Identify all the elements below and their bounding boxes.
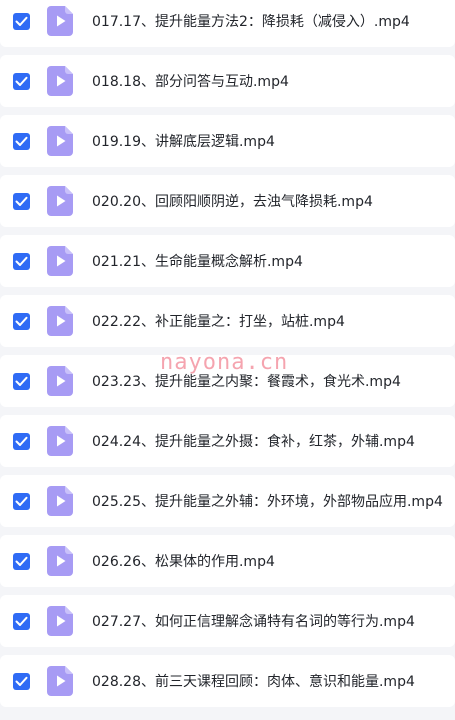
file-name: 023.23、提升能量之内聚：餐霞术，食光术.mp4 bbox=[92, 374, 401, 390]
file-name: 021.21、生命能量概念解析.mp4 bbox=[92, 254, 303, 270]
file-name: 017.17、提升能量方法2：降损耗（减侵入）.mp4 bbox=[92, 14, 410, 30]
file-row[interactable]: 018.18、部分问答与互动.mp4 bbox=[0, 55, 455, 107]
checkmark-icon bbox=[15, 256, 28, 266]
checkbox[interactable] bbox=[13, 12, 30, 30]
file-name: 025.25、提升能量之外辅：外环境，外部物品应用.mp4 bbox=[92, 494, 443, 510]
checkmark-icon bbox=[15, 316, 28, 326]
checkmark-icon bbox=[15, 136, 28, 146]
file-row[interactable]: 026.26、松果体的作用.mp4 bbox=[0, 535, 455, 587]
file-row[interactable]: 028.28、前三天课程回顾：肉体、意识和能量.mp4 bbox=[0, 655, 455, 707]
file-row[interactable]: 027.27、如何正信理解念诵特有名词的等行为.mp4 bbox=[0, 595, 455, 647]
video-file-icon bbox=[47, 426, 73, 456]
file-list: 017.17、提升能量方法2：降损耗（减侵入）.mp4 018.18、部分问答与互… bbox=[0, 0, 455, 715]
checkbox[interactable] bbox=[13, 192, 30, 210]
file-name: 028.28、前三天课程回顾：肉体、意识和能量.mp4 bbox=[92, 674, 415, 690]
checkmark-icon bbox=[15, 196, 28, 206]
checkbox[interactable] bbox=[13, 672, 30, 690]
checkbox[interactable] bbox=[13, 372, 30, 390]
video-file-icon bbox=[47, 306, 73, 336]
file-row[interactable]: 021.21、生命能量概念解析.mp4 bbox=[0, 235, 455, 287]
checkbox[interactable] bbox=[13, 432, 30, 450]
file-name: 027.27、如何正信理解念诵特有名词的等行为.mp4 bbox=[92, 614, 415, 630]
file-row[interactable]: 017.17、提升能量方法2：降损耗（减侵入）.mp4 bbox=[0, 0, 455, 47]
checkmark-icon bbox=[15, 496, 28, 506]
file-name: 020.20、回顾阳顺阴逆，去浊气降损耗.mp4 bbox=[92, 194, 373, 210]
file-row[interactable]: 019.19、讲解底层逻辑.mp4 bbox=[0, 115, 455, 167]
video-file-icon bbox=[47, 366, 73, 396]
checkmark-icon bbox=[15, 376, 28, 386]
file-name: 024.24、提升能量之外摄：食补，红茶，外辅.mp4 bbox=[92, 434, 415, 450]
video-file-icon bbox=[47, 186, 73, 216]
file-name: 019.19、讲解底层逻辑.mp4 bbox=[92, 134, 275, 150]
video-file-icon bbox=[47, 546, 73, 576]
checkmark-icon bbox=[15, 676, 28, 686]
video-file-icon bbox=[47, 66, 73, 96]
file-name: 022.22、补正能量之：打坐，站桩.mp4 bbox=[92, 314, 345, 330]
checkmark-icon bbox=[15, 16, 28, 26]
checkbox[interactable] bbox=[13, 132, 30, 150]
checkbox[interactable] bbox=[13, 552, 30, 570]
file-row[interactable]: 025.25、提升能量之外辅：外环境，外部物品应用.mp4 bbox=[0, 475, 455, 527]
file-name: 018.18、部分问答与互动.mp4 bbox=[92, 74, 289, 90]
video-file-icon bbox=[47, 246, 73, 276]
file-row[interactable]: 020.20、回顾阳顺阴逆，去浊气降损耗.mp4 bbox=[0, 175, 455, 227]
video-file-icon bbox=[47, 126, 73, 156]
checkmark-icon bbox=[15, 436, 28, 446]
video-file-icon bbox=[47, 486, 73, 516]
checkbox[interactable] bbox=[13, 252, 30, 270]
file-row[interactable]: 023.23、提升能量之内聚：餐霞术，食光术.mp4 bbox=[0, 355, 455, 407]
checkmark-icon bbox=[15, 616, 28, 626]
video-file-icon bbox=[47, 606, 73, 636]
checkbox[interactable] bbox=[13, 72, 30, 90]
checkmark-icon bbox=[15, 556, 28, 566]
checkbox[interactable] bbox=[13, 492, 30, 510]
file-name: 026.26、松果体的作用.mp4 bbox=[92, 554, 275, 570]
checkbox[interactable] bbox=[13, 312, 30, 330]
checkmark-icon bbox=[15, 76, 28, 86]
video-file-icon bbox=[47, 666, 73, 696]
checkbox[interactable] bbox=[13, 612, 30, 630]
file-row[interactable]: 022.22、补正能量之：打坐，站桩.mp4 bbox=[0, 295, 455, 347]
video-file-icon bbox=[47, 6, 73, 36]
file-row[interactable]: 024.24、提升能量之外摄：食补，红茶，外辅.mp4 bbox=[0, 415, 455, 467]
